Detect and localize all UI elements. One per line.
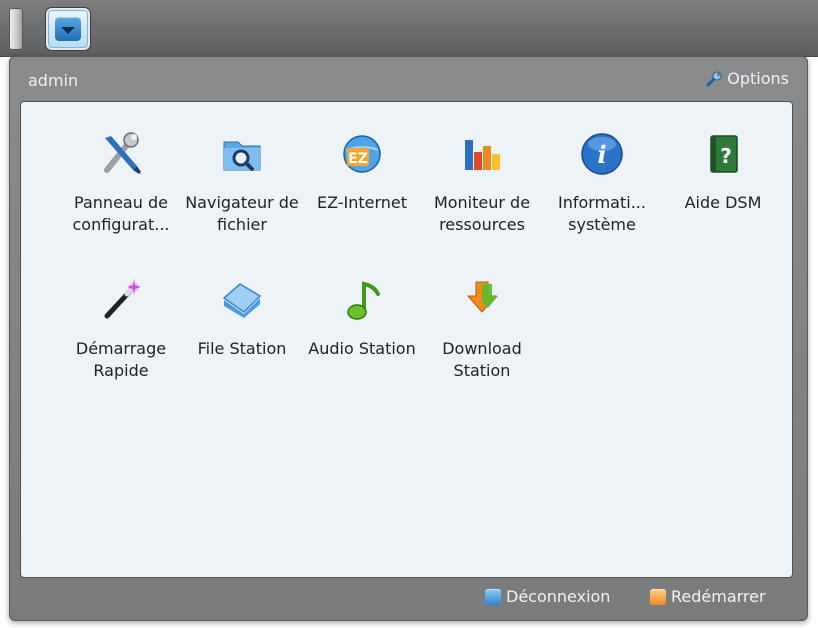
app-label: Audio Station [308, 339, 416, 358]
tools-icon [97, 130, 145, 178]
app-file-station[interactable]: File Station [183, 276, 301, 360]
svg-text:?: ? [720, 144, 732, 168]
bar-chart-icon [458, 130, 506, 178]
magic-wand-icon [97, 276, 145, 324]
options-label: Options [727, 69, 789, 88]
taskbar [0, 0, 818, 57]
app-label: Panneau de configurat... [72, 193, 170, 234]
app-navigateur-de-fichier[interactable]: Navigateur de fichier [183, 130, 301, 236]
app-label: Informati... système [558, 193, 646, 234]
logout-icon [485, 588, 501, 605]
app-ez-internet[interactable]: EZ EZ-Internet [303, 130, 421, 214]
app-label: Moniteur de ressources [433, 193, 531, 234]
panel-header: admin Options [10, 57, 807, 101]
username-label: admin [28, 71, 79, 90]
logout-button[interactable]: Déconnexion [485, 587, 610, 606]
app-information-systeme[interactable]: i Informati... système [543, 130, 661, 236]
app-label: EZ-Internet [316, 193, 408, 212]
logout-label: Déconnexion [506, 587, 611, 606]
app-label: File Station [197, 339, 287, 358]
restart-icon [650, 588, 666, 605]
blue-folder-icon [218, 276, 266, 324]
help-book-icon: ? [699, 130, 747, 178]
main-menu-panel: admin Options Panneau de configurat... N… [9, 56, 808, 621]
info-icon: i [578, 130, 626, 178]
wrench-icon [706, 71, 722, 86]
app-label: Navigateur de fichier [185, 193, 299, 234]
taskbar-grip-handle[interactable] [9, 8, 23, 50]
ez-internet-icon: EZ [338, 130, 386, 178]
apps-grid: Panneau de configurat... Navigateur de f… [20, 101, 793, 578]
music-note-icon [338, 276, 386, 324]
options-button[interactable]: Options [705, 69, 789, 88]
app-label: Démarrage Rapide [75, 339, 167, 380]
panel-footer: Déconnexion Redémarrer [10, 576, 807, 620]
app-audio-station[interactable]: Audio Station [303, 276, 421, 360]
app-label: Download Station [442, 339, 522, 380]
app-label: Aide DSM [684, 193, 762, 212]
restart-label: Redémarrer [671, 587, 766, 606]
svg-text:EZ: EZ [348, 151, 368, 167]
restart-button[interactable]: Redémarrer [650, 587, 766, 606]
main-menu-button[interactable] [46, 8, 90, 50]
chevron-down-icon [55, 17, 81, 41]
app-demarrage-rapide[interactable]: Démarrage Rapide [62, 276, 180, 382]
folder-search-icon [218, 130, 266, 178]
app-panneau-de-configuration[interactable]: Panneau de configurat... [62, 130, 180, 236]
app-moniteur-de-ressources[interactable]: Moniteur de ressources [423, 130, 541, 236]
app-download-station[interactable]: Download Station [423, 276, 541, 382]
download-arrow-icon [458, 276, 506, 324]
svg-text:i: i [597, 140, 606, 169]
app-aide-dsm[interactable]: ? Aide DSM [664, 130, 782, 214]
